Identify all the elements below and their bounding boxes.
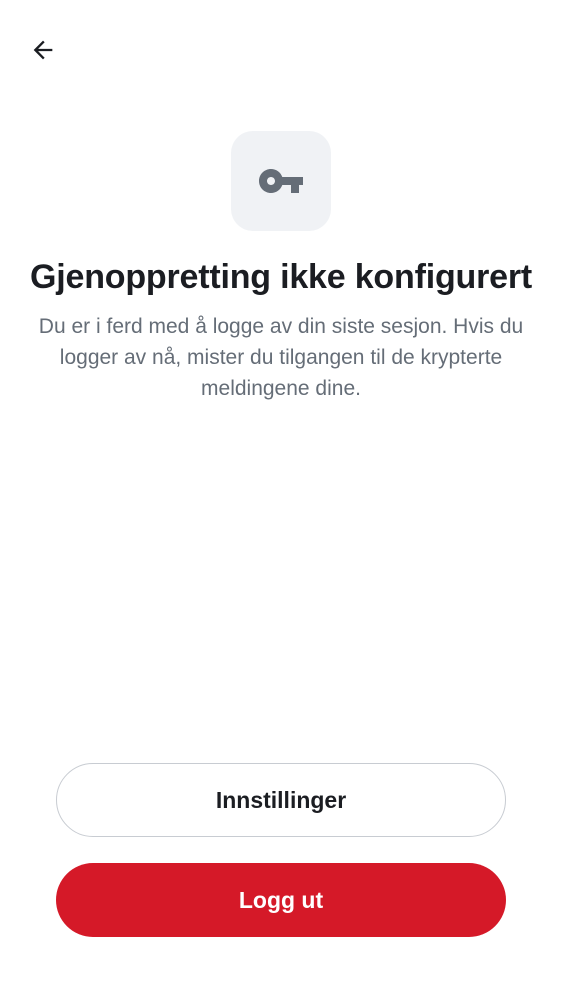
key-icon-tile xyxy=(231,131,331,231)
key-icon xyxy=(259,169,303,193)
arrow-left-icon xyxy=(33,40,53,60)
back-button[interactable] xyxy=(20,27,66,73)
page-title: Gjenoppretting ikke konfigurert xyxy=(30,258,532,296)
logout-button-label: Logg ut xyxy=(238,886,324,913)
description-text: Du er i ferd med å logge av din siste se… xyxy=(38,315,524,400)
settings-button[interactable]: Innstillinger xyxy=(56,763,506,837)
settings-button-label: Innstillinger xyxy=(215,786,347,813)
logout-button[interactable]: Logg ut xyxy=(56,863,506,937)
